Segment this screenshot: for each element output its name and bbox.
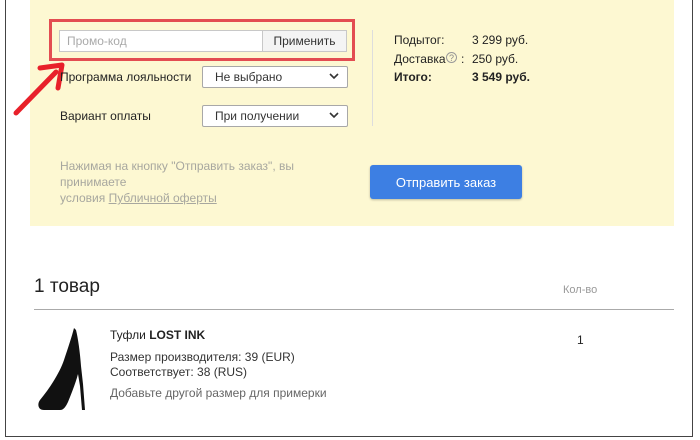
apply-promo-button[interactable]: Применить bbox=[262, 31, 346, 51]
submit-order-button[interactable]: Отправить заказ bbox=[370, 165, 522, 199]
product-size-match: Соответствует: 38 (RUS) bbox=[110, 365, 248, 379]
terms-note-prefix: условия bbox=[60, 191, 109, 205]
quantity-column-header: Кол-во bbox=[563, 284, 598, 296]
product-image[interactable] bbox=[34, 326, 92, 414]
product-brand: LOST INK bbox=[149, 328, 206, 342]
total-label: Итого: bbox=[394, 70, 432, 84]
cart-count-title: 1 товар bbox=[34, 276, 100, 297]
product-size: Размер производителя: 39 (EUR) bbox=[110, 350, 295, 364]
chevron-down-icon bbox=[329, 112, 339, 119]
public-offer-link[interactable]: Публичной оферты bbox=[109, 191, 217, 205]
delivery-value: 250 руб. bbox=[472, 52, 519, 66]
loyalty-select-value: Не выбрано bbox=[215, 70, 283, 84]
cart-divider bbox=[34, 309, 674, 310]
delivery-label: Доставка bbox=[394, 52, 446, 66]
payment-select[interactable]: При получении bbox=[202, 105, 348, 127]
product-type: Туфли bbox=[110, 328, 146, 342]
loyalty-label: Программа лояльности bbox=[60, 70, 192, 84]
product-quantity: 1 bbox=[577, 333, 584, 347]
terms-note: Нажимая на кнопку "Отправить заказ", вы … bbox=[60, 158, 360, 206]
payment-label: Вариант оплаты bbox=[60, 109, 151, 123]
total-value: 3 549 руб. bbox=[472, 70, 530, 84]
summary-divider bbox=[372, 30, 373, 126]
loyalty-select[interactable]: Не выбрано bbox=[202, 66, 348, 88]
terms-note-line1: Нажимая на кнопку "Отправить заказ", вы … bbox=[60, 159, 294, 189]
delivery-colon: : bbox=[461, 52, 465, 66]
product-name: Туфли LOST INK bbox=[110, 328, 205, 342]
add-size-link[interactable]: Добавьте другой размер для примерки bbox=[110, 386, 327, 400]
promo-code-group: Применить bbox=[59, 30, 347, 52]
subtotal-value: 3 299 руб. bbox=[472, 33, 529, 47]
subtotal-label: Подытог: bbox=[394, 33, 445, 47]
promo-code-input[interactable] bbox=[60, 31, 262, 51]
chevron-down-icon bbox=[329, 73, 339, 80]
help-icon[interactable]: ? bbox=[446, 52, 457, 63]
payment-select-value: При получении bbox=[215, 109, 300, 123]
